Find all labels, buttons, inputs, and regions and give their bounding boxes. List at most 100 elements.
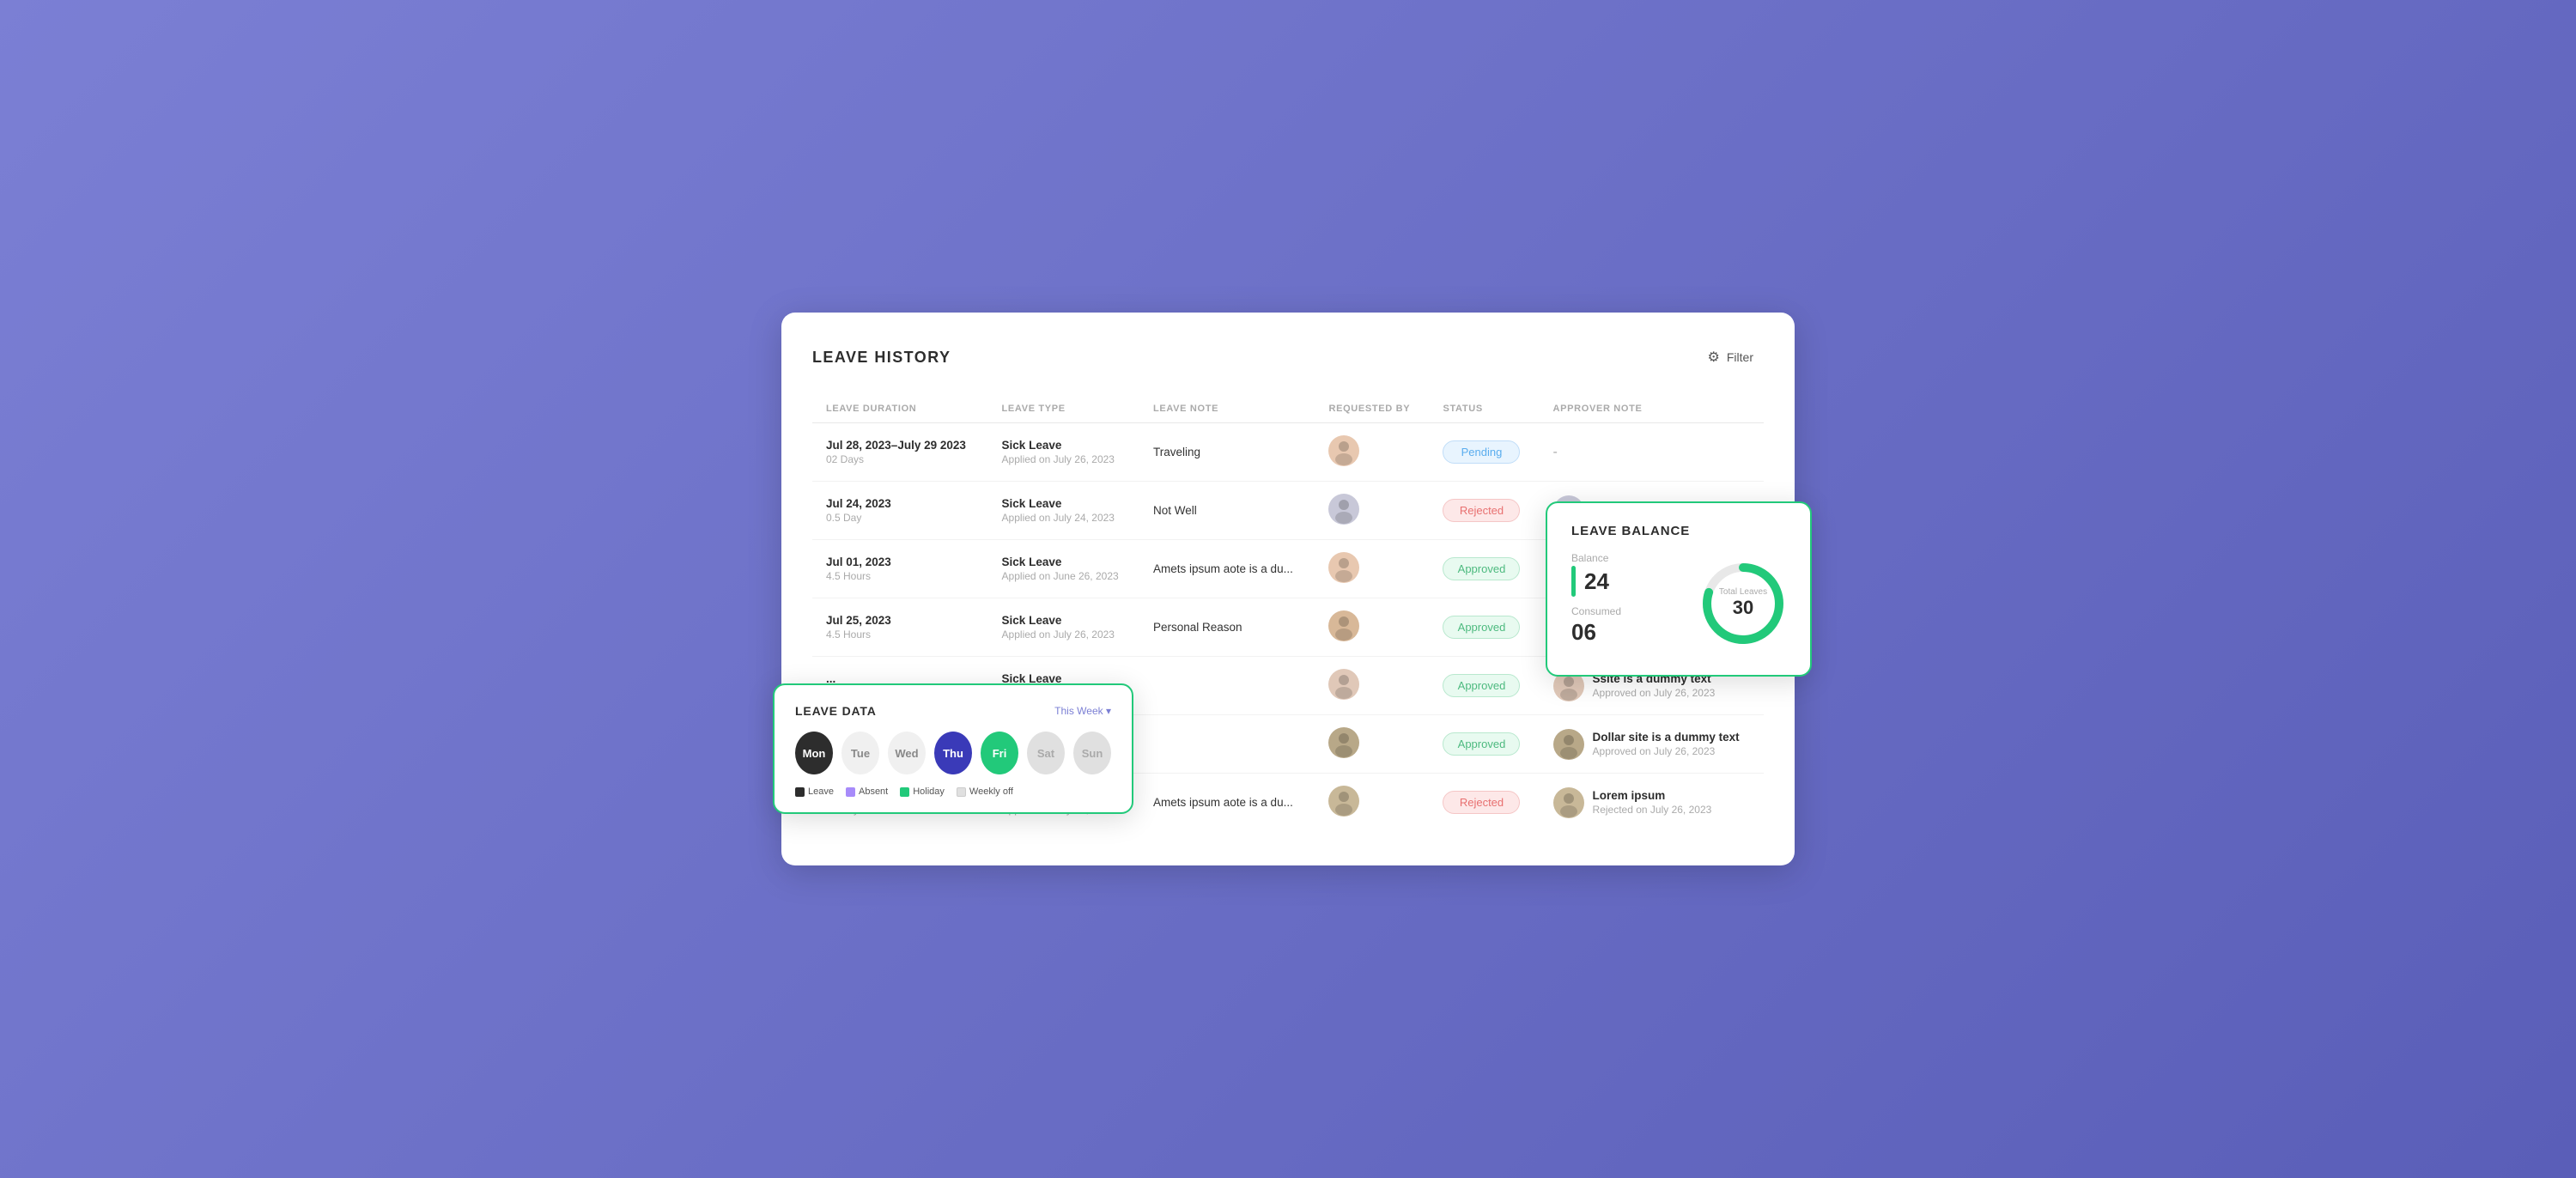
approver-text: Dollar site is a dummy text Approved on … [1593, 731, 1740, 757]
legend-holiday: Holiday [900, 786, 945, 797]
avatar [1553, 729, 1584, 760]
avatar [1328, 727, 1359, 758]
day-circle[interactable]: Thu [934, 732, 972, 774]
col-approver: APPROVER NOTE [1540, 395, 1764, 423]
cell-requested [1315, 540, 1429, 598]
consumed-label: Consumed [1571, 605, 1700, 617]
leave-balance-body: Balance 24 Consumed 06 [1571, 552, 1786, 654]
approver-cell: Lorem ipsum Rejected on July 26, 2023 [1553, 787, 1750, 818]
cell-note [1139, 657, 1315, 715]
donut-label: Total Leaves [1719, 587, 1767, 597]
type-sub: Applied on July 26, 2023 [1002, 453, 1126, 465]
leave-data-title: LEAVE DATA [795, 704, 877, 718]
leave-data-card: LEAVE DATA This Week ▾ MonTueWedThuFriSa… [773, 683, 1133, 814]
day-circle[interactable]: Wed [888, 732, 926, 774]
cell-duration: Jul 01, 2023 4.5 Hours [812, 540, 988, 598]
cell-requested [1315, 774, 1429, 832]
cell-status: Rejected [1429, 482, 1539, 540]
legend-leave: Leave [795, 786, 834, 797]
day-circles: MonTueWedThuFriSatSun [795, 732, 1111, 774]
status-badge: Approved [1443, 732, 1520, 756]
status-badge: Rejected [1443, 499, 1520, 522]
page-title: LEAVE HISTORY [812, 349, 951, 367]
cell-status: Approved [1429, 540, 1539, 598]
cell-type: Sick Leave Applied on July 26, 2023 [988, 598, 1139, 657]
leave-balance-card: LEAVE BALANCE Balance 24 Consumed 06 [1546, 501, 1812, 677]
duration-sub: 0.5 Day [826, 512, 975, 524]
cell-approver: Dollar site is a dummy text Approved on … [1540, 715, 1764, 774]
approver-note-sub: Approved on July 26, 2023 [1593, 745, 1740, 757]
card-header: LEAVE HISTORY ⚙ Filter [812, 343, 1764, 371]
cell-type: Sick Leave Applied on July 26, 2023 [988, 423, 1139, 482]
approver-dash: - [1553, 445, 1558, 459]
day-circle[interactable]: Sun [1073, 732, 1111, 774]
avatar [1328, 435, 1359, 466]
avatar [1328, 552, 1359, 583]
cell-status: Approved [1429, 657, 1539, 715]
avatar [1328, 610, 1359, 641]
status-badge: Rejected [1443, 791, 1520, 814]
cell-status: Approved [1429, 715, 1539, 774]
cell-note [1139, 715, 1315, 774]
duration-main: Jul 24, 2023 [826, 497, 975, 510]
type-main: Sick Leave [1002, 497, 1126, 510]
status-badge: Approved [1443, 616, 1520, 639]
type-sub: Applied on July 26, 2023 [1002, 628, 1126, 641]
avatar [1328, 669, 1359, 700]
day-circle[interactable]: Fri [981, 732, 1018, 774]
approver-text: Lorem ipsum Rejected on July 26, 2023 [1593, 789, 1712, 816]
cell-duration: Jul 28, 2023–July 29 2023 02 Days [812, 423, 988, 482]
approver-note-sub: Approved on July 26, 2023 [1593, 687, 1716, 699]
donut-value: 30 [1719, 597, 1767, 619]
consumed-stat: Consumed 06 [1571, 605, 1700, 646]
cell-approver: - [1540, 423, 1764, 482]
day-circle[interactable]: Mon [795, 732, 833, 774]
col-type: LEAVE TYPE [988, 395, 1139, 423]
cell-requested [1315, 598, 1429, 657]
leave-balance-stats: Balance 24 Consumed 06 [1571, 552, 1700, 654]
cell-status: Pending [1429, 423, 1539, 482]
filter-button[interactable]: ⚙ Filter [1698, 343, 1764, 371]
type-main: Sick Leave [1002, 439, 1126, 452]
col-requested: REQUESTED BY [1315, 395, 1429, 423]
status-badge: Approved [1443, 557, 1520, 580]
leave-balance-title: LEAVE BALANCE [1571, 524, 1786, 538]
cell-requested [1315, 482, 1429, 540]
cell-note: Amets ipsum aote is a du... [1139, 774, 1315, 832]
cell-duration: Jul 24, 2023 0.5 Day [812, 482, 988, 540]
table-row: Jul 28, 2023–July 29 2023 02 Days Sick L… [812, 423, 1764, 482]
type-main: Sick Leave [1002, 556, 1126, 568]
cell-note: Amets ipsum aote is a du... [1139, 540, 1315, 598]
week-selector[interactable]: This Week ▾ [1054, 705, 1111, 717]
col-status: STATUS [1429, 395, 1539, 423]
approver-cell: Dollar site is a dummy text Approved on … [1553, 729, 1750, 760]
status-badge: Pending [1443, 440, 1520, 464]
cell-status: Approved [1429, 598, 1539, 657]
cell-note: Not Well [1139, 482, 1315, 540]
consumed-value: 06 [1571, 619, 1596, 646]
duration-main: Jul 25, 2023 [826, 614, 975, 627]
cell-note: Traveling [1139, 423, 1315, 482]
type-sub: Applied on June 26, 2023 [1002, 570, 1126, 582]
main-card: LEAVE HISTORY ⚙ Filter LEAVE DURATION LE… [781, 313, 1795, 865]
duration-main: Jul 01, 2023 [826, 556, 975, 568]
col-note: LEAVE NOTE [1139, 395, 1315, 423]
cell-requested [1315, 715, 1429, 774]
duration-main: Jul 28, 2023–July 29 2023 [826, 439, 975, 452]
donut-center: Total Leaves 30 [1719, 587, 1767, 619]
day-circle[interactable]: Tue [841, 732, 879, 774]
cell-type: Sick Leave Applied on July 24, 2023 [988, 482, 1139, 540]
duration-sub: 02 Days [826, 453, 975, 465]
cell-approver: Lorem ipsum Rejected on July 26, 2023 [1540, 774, 1764, 832]
balance-stat: Balance 24 [1571, 552, 1700, 597]
cell-requested [1315, 423, 1429, 482]
leave-data-header: LEAVE DATA This Week ▾ [795, 704, 1111, 718]
week-label: This Week [1054, 705, 1103, 717]
avatar [1328, 494, 1359, 525]
type-sub: Applied on July 24, 2023 [1002, 512, 1126, 524]
day-circle[interactable]: Sat [1027, 732, 1065, 774]
filter-label: Filter [1727, 350, 1753, 364]
filter-icon: ⚙ [1708, 349, 1720, 366]
avatar [1328, 786, 1359, 817]
leave-legend: Leave Absent Holiday Weekly off [795, 786, 1111, 797]
